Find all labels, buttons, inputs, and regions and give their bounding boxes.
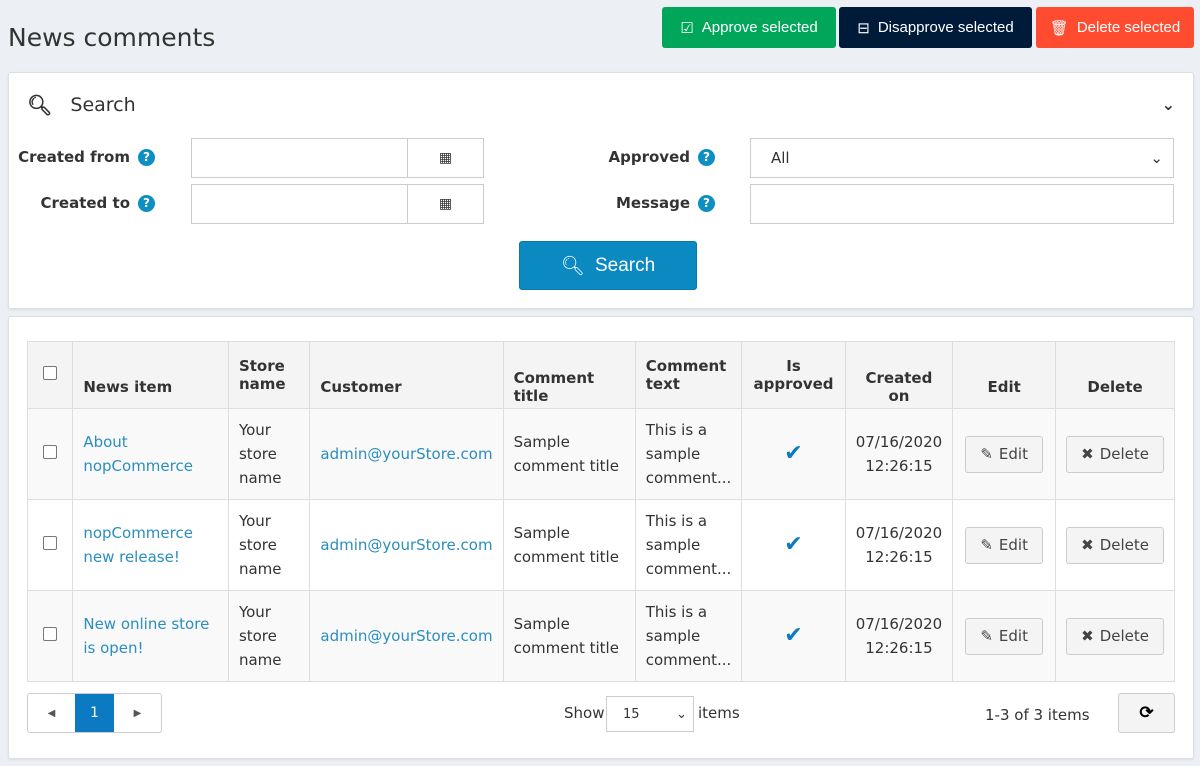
approve-selected-button[interactable]: ☑ Approve selected <box>662 7 836 48</box>
created-to-input[interactable] <box>191 184 408 224</box>
customer-link[interactable]: admin@yourStore.com <box>320 536 492 554</box>
calendar-icon[interactable]: ▦ <box>407 138 484 178</box>
search-icon: 🔍︎ <box>27 93 53 117</box>
grid-panel: News item Store name Customer Comment ti… <box>8 316 1194 759</box>
row-checkbox[interactable] <box>43 627 58 641</box>
delete-selected-button[interactable]: 🗑 Delete selected <box>1036 7 1194 48</box>
news-item-link[interactable]: About nopCommerce <box>83 433 193 475</box>
created-from-input[interactable] <box>191 138 408 178</box>
delete-button[interactable]: ✖ Delete <box>1066 617 1164 655</box>
comment-title: Sample comment title <box>502 408 636 500</box>
minus-square-icon: ⊟ <box>857 19 870 37</box>
customer-link[interactable]: admin@yourStore.com <box>320 627 492 645</box>
comments-table: News item Store name Customer Comment ti… <box>26 341 1175 682</box>
created-to-label: Created to? <box>41 194 155 212</box>
check-square-icon: ☑ <box>680 19 694 37</box>
store-name: Your store name <box>227 590 311 682</box>
table-row: New online store is open! Your store nam… <box>26 590 1175 682</box>
select-all-checkbox[interactable] <box>43 366 58 380</box>
news-item-link[interactable]: nopCommerce new release! <box>83 524 193 566</box>
chevron-down-icon: ⌄ <box>676 706 687 722</box>
pencil-icon: ✎ <box>980 536 993 554</box>
edit-button[interactable]: ✎ Edit <box>965 435 1043 473</box>
times-icon: ✖ <box>1081 445 1094 463</box>
refresh-button[interactable]: ⟳ <box>1118 693 1175 733</box>
times-icon: ✖ <box>1081 627 1094 645</box>
store-name: Your store name <box>227 499 311 591</box>
approved-select[interactable]: All ⌄ <box>750 138 1174 178</box>
message-label: Message? <box>616 194 715 212</box>
comment-title: Sample comment title <box>502 499 636 591</box>
store-name: Your store name <box>227 408 311 500</box>
disapprove-selected-button[interactable]: ⊟ Disapprove selected <box>839 7 1032 48</box>
customer-link[interactable]: admin@yourStore.com <box>320 445 492 463</box>
help-icon[interactable]: ? <box>138 148 155 166</box>
times-icon: ✖ <box>1081 536 1094 554</box>
delete-button[interactable]: ✖ Delete <box>1066 526 1164 564</box>
trash-icon: 🗑 <box>1049 19 1069 37</box>
created-on: 07/16/2020 12:26:15 <box>844 590 954 682</box>
comment-text: This is a sample comment... <box>634 408 743 500</box>
chevron-down-icon[interactable]: ⌄ <box>1162 95 1175 114</box>
news-item-link[interactable]: New online store is open! <box>83 615 209 657</box>
page-title: News comments <box>8 22 216 52</box>
prev-page-icon[interactable]: ◀ <box>28 694 75 732</box>
check-icon: ✔ <box>784 440 803 466</box>
help-icon[interactable]: ? <box>138 194 155 212</box>
pencil-icon: ✎ <box>980 445 993 463</box>
edit-button[interactable]: ✎ Edit <box>965 526 1043 564</box>
next-page-icon[interactable]: ▶ <box>114 694 161 732</box>
help-icon[interactable]: ? <box>698 194 715 212</box>
row-checkbox[interactable] <box>43 445 58 459</box>
created-on: 07/16/2020 12:26:15 <box>844 499 954 591</box>
comment-title: Sample comment title <box>502 590 636 682</box>
message-input[interactable] <box>750 184 1174 224</box>
created-from-label: Created from? <box>18 148 155 166</box>
items-label: items <box>698 704 740 722</box>
pager-summary: 1-3 of 3 items <box>985 706 1090 724</box>
check-icon: ✔ <box>784 531 803 557</box>
help-icon[interactable]: ? <box>698 148 715 166</box>
show-label: Show <box>564 704 605 722</box>
comment-text: This is a sample comment... <box>634 590 743 682</box>
check-icon: ✔ <box>784 622 803 648</box>
search-icon: 🔍︎ <box>560 255 585 277</box>
page-1[interactable]: 1 <box>75 694 114 732</box>
search-panel-toggle[interactable]: 🔍︎ Search <box>27 93 136 117</box>
created-on: 07/16/2020 12:26:15 <box>844 408 954 500</box>
search-button[interactable]: 🔍︎ Search <box>519 241 697 290</box>
delete-button[interactable]: ✖ Delete <box>1066 435 1164 473</box>
approved-label: Approved? <box>609 148 715 166</box>
row-checkbox[interactable] <box>43 536 58 550</box>
table-row: nopCommerce new release! Your store name… <box>26 499 1175 591</box>
table-row: About nopCommerce Your store name admin@… <box>26 408 1175 500</box>
edit-button[interactable]: ✎ Edit <box>965 617 1043 655</box>
page-size-select[interactable]: 15 ⌄ <box>606 696 694 732</box>
refresh-icon: ⟳ <box>1139 703 1154 722</box>
pencil-icon: ✎ <box>980 627 993 645</box>
pagination: ◀ 1 ▶ <box>27 693 162 733</box>
chevron-down-icon: ⌄ <box>1150 149 1163 167</box>
comment-text: This is a sample comment... <box>634 499 743 591</box>
calendar-icon[interactable]: ▦ <box>407 184 484 224</box>
search-panel: 🔍︎ Search ⌄ Created from? ▦ Created to? … <box>8 72 1194 309</box>
